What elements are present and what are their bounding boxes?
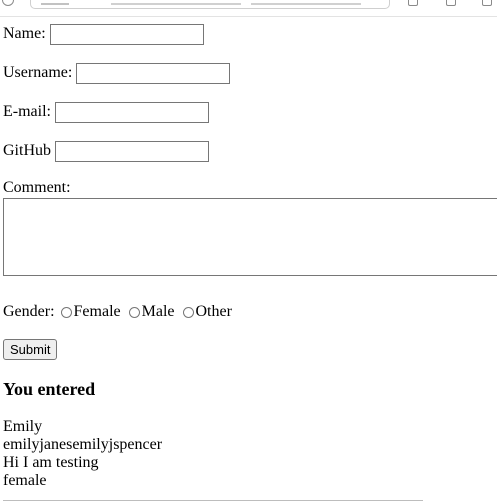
username-label: Username: (3, 64, 73, 81)
address-bar-text (41, 3, 361, 5)
gender-female-label[interactable]: Female (74, 303, 121, 321)
result-list: Emily emilyjanesemilyjspencer Hi I am te… (3, 418, 162, 490)
gender-male-radio[interactable] (128, 306, 140, 318)
email-label: E-mail: (3, 103, 51, 120)
github-input[interactable] (55, 140, 209, 162)
share-icon[interactable] (408, 0, 418, 6)
sidebar-icon[interactable] (482, 0, 492, 6)
browser-toolbar (0, 0, 497, 17)
submit-button[interactable]: Submit (3, 339, 58, 360)
email-row: E-mail: (3, 100, 209, 124)
divider (3, 500, 423, 501)
tabs-icon[interactable] (446, 0, 456, 6)
result-gender: female (3, 472, 47, 489)
gender-female-radio[interactable] (60, 306, 72, 318)
reload-icon[interactable] (2, 0, 14, 6)
gender-other-label[interactable]: Other (196, 303, 232, 321)
username-row: Username: (3, 61, 231, 85)
comment-label: Comment: (3, 179, 71, 196)
result-comment: Hi I am testing (3, 454, 99, 471)
result-name: Emily (3, 418, 43, 435)
name-label: Name: (3, 25, 46, 42)
github-row: GitHub (3, 139, 209, 163)
name-row: Name: (3, 22, 204, 46)
result-heading: You entered (3, 379, 96, 399)
github-label: GitHub (3, 142, 51, 159)
gender-row: Gender: Female Male Other (3, 300, 234, 324)
gender-label: Gender: (3, 303, 55, 320)
address-bar[interactable] (30, 0, 390, 9)
email-input[interactable] (54, 101, 209, 123)
username-input[interactable] (76, 62, 231, 84)
result-username: emilyjanesemilyjspencer (3, 436, 163, 453)
gender-male-label[interactable]: Male (142, 303, 175, 321)
comment-textarea[interactable] (3, 198, 497, 276)
gender-other-radio[interactable] (182, 306, 194, 318)
name-input[interactable] (49, 23, 204, 45)
